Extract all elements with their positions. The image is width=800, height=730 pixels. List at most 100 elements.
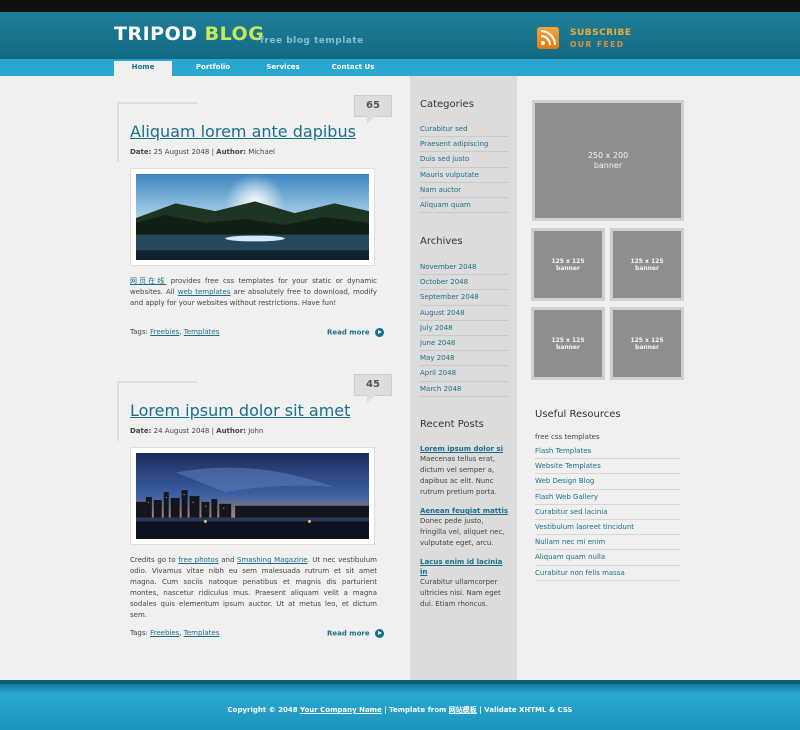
post-link[interactable]: web templates [178,288,231,296]
archives-list: November 2048 October 2048 September 204… [420,260,508,397]
resource-link[interactable]: Website Templates [535,459,680,475]
banner-125x125[interactable]: 125 x 125 banner [531,228,605,301]
resource-link[interactable]: Curabitur sed lacinia [535,505,680,520]
site-header: TRIPOD BLOG free blog template SUBSCRIBE… [0,12,800,59]
lake-landscape-image [136,174,369,260]
resource-link[interactable]: Vestibulum laoreet tincidunt [535,520,680,536]
archive-link[interactable]: October 2048 [420,275,508,291]
city-skyline-image [136,453,369,539]
category-link[interactable]: Praesent adipiscing [420,137,508,153]
site-footer: Copyright © 2048 Your Company Name | Tem… [0,680,800,730]
blog-post: 45 Lorem ipsum dolor sit amet Date: 24 A… [117,374,392,651]
date-label: Date: [130,148,152,156]
post-link[interactable]: Smashing Magazine [237,556,308,564]
read-more-link[interactable]: Read more [327,328,384,337]
category-link[interactable]: Curabitur sed [420,122,508,138]
post-excerpt: Credits go to free photos and Smashing M… [130,556,377,619]
resource-link[interactable]: Flash Web Gallery [535,490,680,505]
nav-contact-us[interactable]: Contact Us [324,59,382,76]
logo-main: TRIPOD [114,23,205,45]
post-tags: Tags: Freebies, Templates [130,328,220,336]
banner-250x200[interactable]: 250 x 200 banner [532,100,684,221]
archive-link[interactable]: November 2048 [420,260,508,276]
recent-posts-heading: Recent Posts [420,419,484,430]
resource-link[interactable]: Flash Templates [535,444,680,460]
main-nav: Home Portfolio Services Contact Us [0,59,800,76]
nav-services[interactable]: Services [256,59,310,76]
arrow-right-icon [374,328,384,337]
tag-link[interactable]: Freebies [150,629,179,637]
post-link[interactable]: 网页在线 [130,277,166,285]
tag-link[interactable]: Freebies [150,328,179,336]
nav-portfolio[interactable]: Portfolio [186,59,240,76]
recent-post: Aenean feugiat mattis Donec pede justo, … [420,506,508,549]
archive-link[interactable]: April 2048 [420,366,508,382]
resources-heading: Useful Resources [535,409,621,420]
archive-link[interactable]: March 2048 [420,382,508,397]
banner-125x125[interactable]: 125 x 125 banner [610,228,684,301]
tag-link[interactable]: Templates [184,629,220,637]
recent-post-excerpt: Maecenas tellus erat, dictum vel semper … [420,455,497,496]
resource-link[interactable]: Curabitur non felis massa [535,566,680,581]
subscribe-line1: SUBSCRIBE [570,28,632,38]
banner-125x125[interactable]: 125 x 125 banner [531,307,605,380]
post-image [130,447,375,545]
post-link[interactable]: free photos [178,556,218,564]
date-label: Date: [130,427,152,435]
category-link[interactable]: Aliquam quam [420,198,508,214]
resources-intro: free css templates [535,433,600,441]
post-tags: Tags: Freebies, Templates [130,629,220,637]
sidebar: Categories Curabitur sed Praesent adipis… [410,76,517,680]
post-date: 24 August 2048 [153,427,210,435]
resource-link[interactable]: Aliquam quam nulla [535,550,680,566]
post-image [130,168,375,266]
site-logo[interactable]: TRIPOD BLOG [114,23,264,45]
category-link[interactable]: Duis sed justo [420,152,508,168]
comment-count-badge[interactable]: 65 [354,95,392,124]
recent-post-excerpt: Curabitur ullamcorper ultricies nisi. Na… [420,578,501,608]
site-tagline: free blog template [260,36,364,46]
read-more-link[interactable]: Read more [327,629,384,638]
post-date: 25 August 2048 [153,148,210,156]
resource-link[interactable]: Nullam nec mi enim [535,535,680,551]
category-link[interactable]: Mauris vulputate [420,168,508,183]
template-link[interactable]: 网站模板 [449,706,477,714]
archives-heading: Archives [420,236,463,247]
footer-text: Copyright © 2048 Your Company Name | Tem… [227,706,573,714]
recent-post-title[interactable]: Lacus enim id lacinia in [420,557,508,577]
post-title[interactable]: Lorem ipsum dolor sit amet [130,401,350,420]
category-link[interactable]: Nam auctor [420,183,508,198]
post-meta: Date: 24 August 2048 | Author: John [130,427,264,435]
archive-link[interactable]: July 2048 [420,321,508,336]
recent-post-title[interactable]: Aenean feugiat mattis [420,506,508,516]
recent-post-excerpt: Donec pede justo, fringilla vel, aliquet… [420,517,505,547]
recent-post: Lacus enim id lacinia in Curabitur ullam… [420,557,508,610]
post-title[interactable]: Aliquam lorem ante dapibus [130,122,356,141]
recent-post-title[interactable]: Lorem ipsum dolor si [420,444,508,454]
blog-post: 65 Aliquam lorem ante dapibus Date: 25 A… [117,95,392,352]
rss-icon[interactable] [537,27,559,49]
tag-link[interactable]: Templates [184,328,220,336]
post-meta: Date: 25 August 2048 | Author: Michael [130,148,275,156]
categories-heading: Categories [420,99,474,110]
post-author: Michael [248,148,275,156]
archive-link[interactable]: May 2048 [420,351,508,367]
post-excerpt: 网页在线 provides free css templates for you… [130,277,378,307]
author-label: Author: [216,427,246,435]
resource-link[interactable]: Web Design Blog [535,474,680,490]
comment-count-badge[interactable]: 45 [354,374,392,403]
author-label: Author: [216,148,246,156]
archive-link[interactable]: August 2048 [420,306,508,321]
top-bar [0,0,800,12]
archive-link[interactable]: September 2048 [420,290,508,306]
categories-list: Curabitur sed Praesent adipiscing Duis s… [420,122,508,214]
banner-125x125[interactable]: 125 x 125 banner [610,307,684,380]
logo-accent: BLOG [204,23,265,45]
post-author: John [248,427,264,435]
resources-list: Flash Templates Website Templates Web De… [535,444,680,581]
subscribe-link[interactable]: SUBSCRIBE OUR FEED [570,28,632,50]
nav-home[interactable]: Home [114,59,172,76]
arrow-right-icon [374,629,384,638]
company-link[interactable]: Your Company Name [300,706,382,714]
archive-link[interactable]: June 2048 [420,336,508,352]
